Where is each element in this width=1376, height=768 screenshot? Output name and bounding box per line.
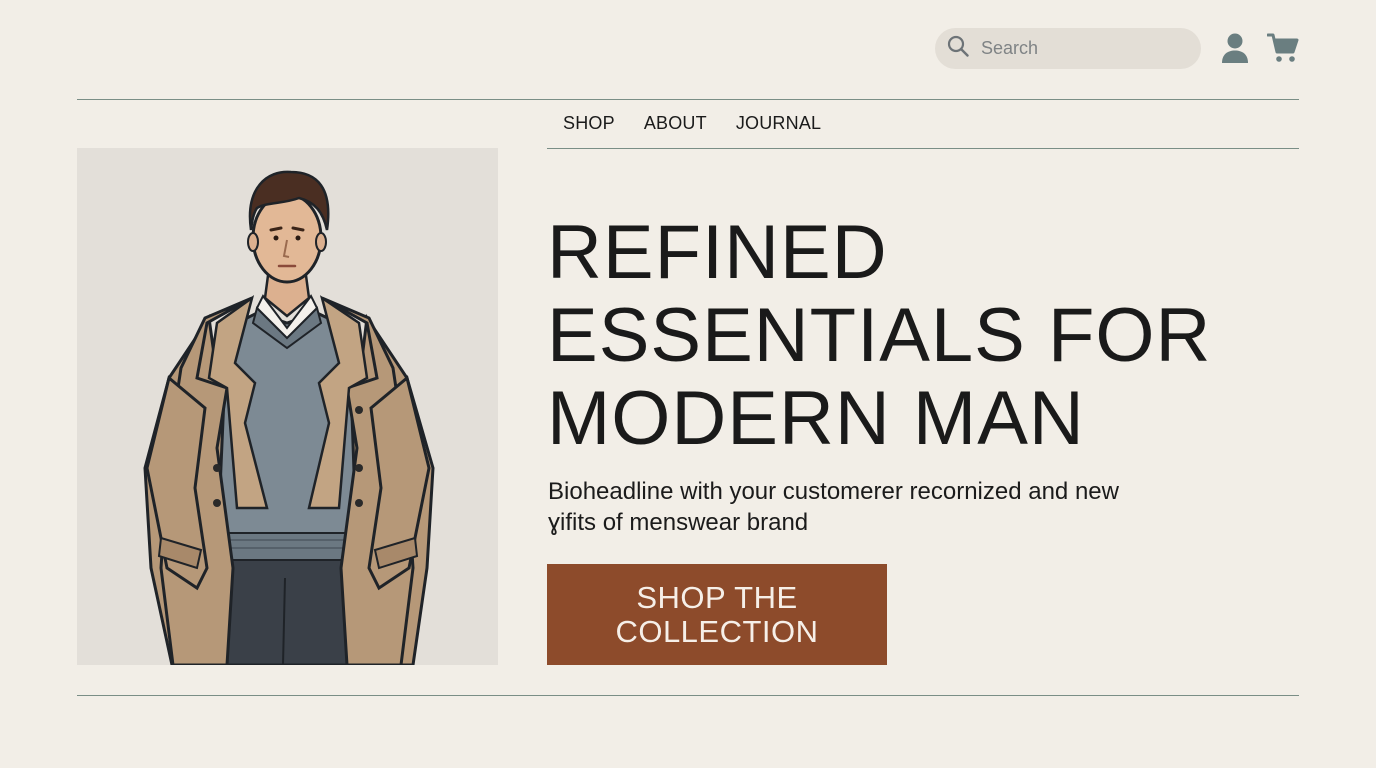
hero-headline: REFINED ESSENTIALS FOR MODERN MAN [547,211,1307,460]
footer-divider [77,695,1299,696]
nav-item-shop[interactable]: SHOP [563,113,615,134]
user-icon [1222,33,1248,63]
page: SHOP ABOUT JOURNAL [0,0,1376,768]
hero-image [77,148,498,665]
headline-line-3: MODERN MAN [547,376,1085,461]
headline-line-1: REFINED [547,210,888,295]
hero-subcopy: Bioheadline with your customerer recorni… [548,478,1119,536]
search-bar[interactable] [935,28,1201,69]
nav-divider [547,148,1299,149]
account-button[interactable] [1218,30,1252,66]
man-illustration [143,170,435,665]
shop-collection-button[interactable]: SHOP THE COLLECTION [547,564,887,665]
cart-button[interactable] [1264,30,1302,66]
main-nav: SHOP ABOUT JOURNAL [563,113,821,134]
search-icon [947,35,969,62]
cart-icon [1267,33,1299,62]
search-input[interactable] [979,37,1183,60]
nav-item-about[interactable]: ABOUT [644,113,707,134]
nav-item-journal[interactable]: JOURNAL [736,113,821,134]
headline-line-2: ESSENTIALS FOR [547,293,1212,378]
header-divider [77,99,1299,100]
